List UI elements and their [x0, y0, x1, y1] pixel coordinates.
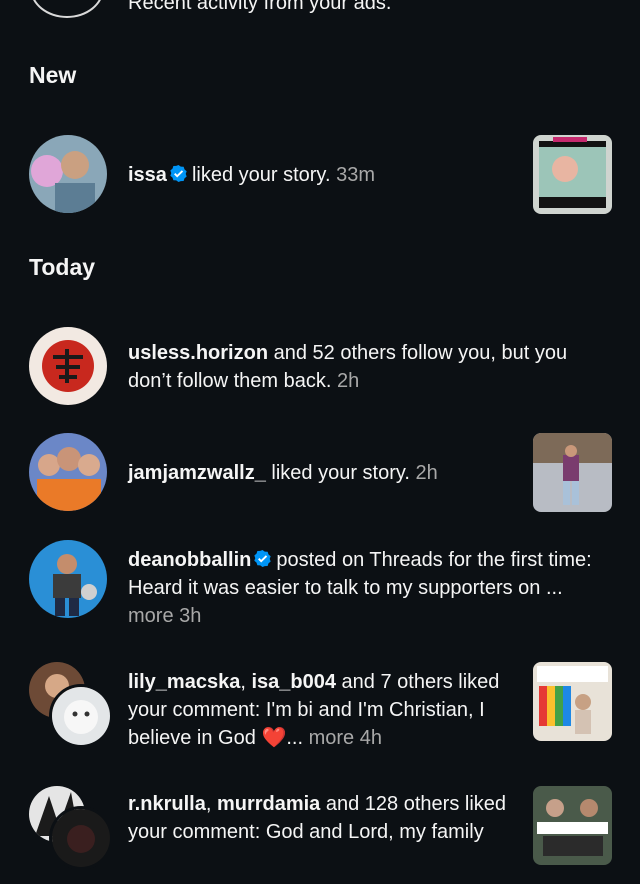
timestamp: 2h [415, 462, 438, 484]
timestamp: 2h [337, 370, 360, 392]
section-title-today: Today [29, 254, 96, 280]
activity-text: deanobballin posted on Threads for the fi… [128, 546, 613, 630]
username[interactable]: isa_b004 [251, 671, 336, 693]
story-thumbnail[interactable] [533, 433, 612, 512]
activity-text: Recent activity from your ads. [128, 0, 392, 14]
activity-row-partial[interactable]: Recent activity from your ads. [0, 0, 640, 22]
username[interactable]: issa [128, 164, 167, 186]
story-thumbnail[interactable] [533, 135, 612, 214]
avatar[interactable] [49, 684, 113, 748]
comment-post-thumbnail[interactable] [533, 786, 612, 865]
timestamp: 33m [336, 164, 375, 186]
activity-row[interactable]: usless.horizon and 52 others follow you,… [0, 327, 640, 407]
activity-row[interactable]: deanobballin posted on Threads for the fi… [0, 540, 640, 630]
activity-row[interactable]: r.nkrulla, murrdamia and 128 others like… [0, 784, 640, 884]
section-title-new: New [29, 62, 77, 88]
avatar [30, 0, 104, 18]
action-text: liked your story. [191, 164, 331, 186]
activity-row[interactable]: issa liked your story. 33m [0, 135, 640, 215]
username[interactable]: usless.horizon [128, 342, 268, 364]
activity-row[interactable]: lily_macska, isa_b004 and 7 others liked… [0, 662, 640, 762]
activity-text: issa liked your story. 33m [128, 161, 518, 189]
verified-badge-icon [253, 548, 272, 568]
activity-text: lily_macska, isa_b004 and 7 others liked… [128, 671, 500, 749]
activity-text: r.nkrulla, murrdamia and 128 others like… [128, 793, 507, 843]
comment-post-thumbnail[interactable] [533, 662, 612, 741]
verified-badge-icon [169, 163, 188, 183]
avatar[interactable] [29, 540, 107, 618]
more-link[interactable]: more [309, 727, 355, 749]
avatar[interactable] [29, 433, 107, 511]
timestamp: 4h [359, 727, 382, 749]
username[interactable]: lily_macska [128, 671, 240, 693]
timestamp: 3h [179, 605, 202, 627]
activity-text: jamjamzwallz_ liked your story. 2h [128, 459, 518, 487]
activity-text: usless.horizon and 52 others follow you,… [128, 339, 613, 395]
username[interactable]: murrdamia [217, 793, 320, 815]
username[interactable]: r.nkrulla [128, 793, 206, 815]
avatar[interactable] [29, 135, 107, 213]
action-text: liked your story. [271, 462, 410, 484]
username[interactable]: jamjamzwallz_ [128, 462, 266, 484]
heart-emoji-icon: ❤️ [261, 727, 287, 749]
username[interactable]: deanobballin [128, 549, 251, 571]
avatar[interactable] [29, 327, 107, 405]
activity-row[interactable]: jamjamzwallz_ liked your story. 2h [0, 433, 640, 513]
more-link[interactable]: more [128, 605, 174, 627]
avatar[interactable] [49, 806, 113, 870]
